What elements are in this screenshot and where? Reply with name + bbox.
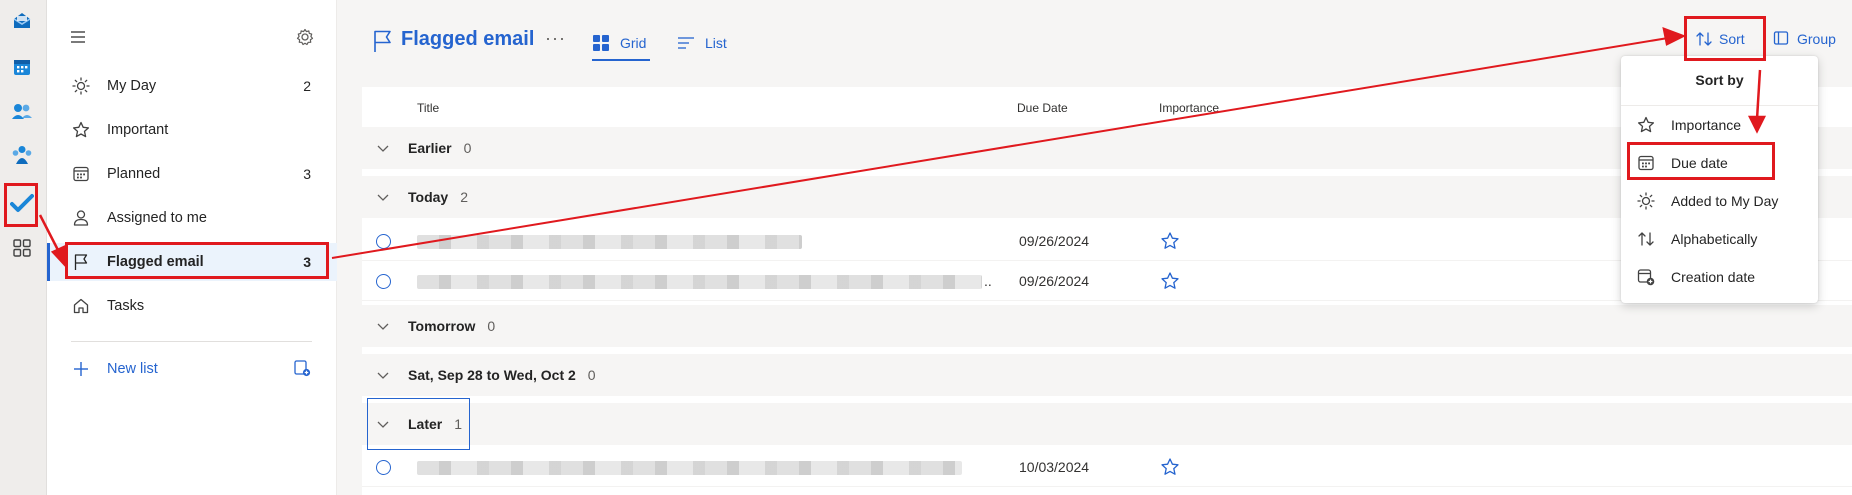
table-row[interactable]: 10/03/2024: [362, 447, 1852, 487]
sidebar-item-assigned-to-me[interactable]: Assigned to me: [47, 199, 337, 237]
sort-menu-title: Sort by: [1695, 72, 1744, 88]
new-list-button[interactable]: New list: [47, 350, 337, 388]
sidebar-item-planned[interactable]: Planned 3: [47, 155, 337, 193]
chevron-down-icon: [376, 190, 390, 204]
teams-icon[interactable]: [9, 142, 35, 168]
group-count: 0: [463, 140, 472, 156]
task-due-date: 09/26/2024: [1019, 273, 1090, 289]
sidebar-item-count: 3: [303, 166, 311, 182]
home-icon: [71, 296, 91, 316]
sidebar-item-label: Tasks: [107, 298, 145, 314]
sidebar-item-label: Planned: [107, 166, 161, 182]
complete-checkbox[interactable]: [376, 234, 391, 249]
group-header-sat-sep-28-to-wed-oct-2[interactable]: Sat, Sep 28 to Wed, Oct 2 0: [362, 354, 1852, 396]
nav-divider: [71, 341, 312, 342]
annotation-box-sort-button: [1684, 16, 1766, 61]
complete-checkbox[interactable]: [376, 460, 391, 475]
task-title-redacted[interactable]: [417, 461, 962, 475]
grid-view-icon: [592, 34, 610, 52]
group-count: 0: [587, 367, 596, 383]
app-rail: [0, 0, 47, 495]
group-button[interactable]: Group: [1773, 28, 1836, 50]
sidebar-item-label: Assigned to me: [107, 210, 207, 226]
apps-grid-icon[interactable]: [9, 235, 35, 261]
group-name: Tomorrow: [408, 318, 476, 334]
chevron-down-icon: [376, 141, 390, 155]
calendar-icon: [71, 164, 91, 184]
group-icon: [1773, 30, 1791, 48]
group-count: 0: [487, 318, 496, 334]
group-count: 2: [460, 189, 468, 205]
annotation-box-todo-app: [4, 183, 38, 227]
gear-icon[interactable]: [294, 26, 316, 48]
flag-icon: [371, 29, 393, 53]
sidebar-item-tasks[interactable]: Tasks: [47, 287, 337, 325]
more-options-button[interactable]: ···: [545, 28, 566, 49]
sort-option-creation-date[interactable]: Creation date: [1621, 258, 1818, 296]
sidebar-item-important[interactable]: Important: [47, 111, 337, 149]
star-icon[interactable]: [1160, 271, 1180, 291]
page-title[interactable]: Flagged email: [401, 28, 534, 51]
sort-option-importance[interactable]: Importance: [1621, 106, 1818, 144]
tab-grid-label: Grid: [620, 35, 647, 51]
task-title-redacted[interactable]: [417, 235, 802, 249]
sidebar-item-my-day[interactable]: My Day 2: [47, 67, 337, 105]
sidebar-item-label: Important: [107, 122, 169, 138]
chevron-down-icon: [376, 368, 390, 382]
people-icon[interactable]: [9, 99, 35, 125]
tab-list[interactable]: List: [677, 28, 727, 58]
sort-option-label: Added to My Day: [1671, 193, 1779, 209]
sort-option-alphabetically[interactable]: Alphabetically: [1621, 220, 1818, 258]
group-name: Today: [408, 189, 449, 205]
plus-icon: [71, 359, 91, 379]
group-header-later[interactable]: Later 1: [362, 403, 1852, 445]
tab-grid[interactable]: Grid: [592, 28, 651, 61]
column-header-importance[interactable]: Importance: [1159, 101, 1219, 115]
hamburger-menu-icon[interactable]: [67, 26, 89, 48]
sun-icon: [71, 76, 91, 96]
focus-outline: [367, 398, 470, 450]
star-icon: [71, 120, 91, 140]
sort-arrows-icon: [1637, 230, 1655, 248]
calendar-add-icon: [1637, 268, 1655, 286]
sidebar-item-label: My Day: [107, 78, 157, 94]
star-icon: [1637, 116, 1655, 134]
task-due-date: 10/03/2024: [1019, 459, 1090, 475]
task-title-ellipsis: ..: [984, 273, 992, 289]
group-name: Sat, Sep 28 to Wed, Oct 2: [408, 367, 576, 383]
group-header-tomorrow[interactable]: Tomorrow 0: [362, 305, 1852, 347]
annotation-box-flagged-email: [65, 242, 329, 279]
sort-option-added-to-my-day[interactable]: Added to My Day: [1621, 182, 1818, 220]
annotation-box-due-date: [1627, 142, 1775, 180]
complete-checkbox[interactable]: [376, 274, 391, 289]
tab-list-label: List: [705, 35, 727, 51]
group-label: Group: [1797, 31, 1836, 47]
sidebar-item-count: 2: [303, 78, 311, 94]
sort-option-label: Importance: [1671, 117, 1742, 133]
list-view-icon: [677, 34, 695, 52]
outlook-mail-icon[interactable]: [9, 8, 35, 34]
star-icon[interactable]: [1160, 231, 1180, 251]
new-list-label: New list: [107, 361, 158, 377]
task-due-date: 09/26/2024: [1019, 233, 1090, 249]
sun-icon: [1637, 192, 1655, 210]
task-title-redacted[interactable]: [417, 275, 982, 289]
chevron-down-icon: [376, 319, 390, 333]
column-header-due-date[interactable]: Due Date: [1017, 101, 1068, 115]
group-name: Earlier: [408, 140, 452, 156]
calendar-icon[interactable]: [9, 54, 35, 80]
star-icon[interactable]: [1160, 457, 1180, 477]
new-group-icon[interactable]: [293, 359, 311, 380]
column-header-title[interactable]: Title: [417, 101, 439, 115]
sort-option-label: Alphabetically: [1671, 231, 1758, 247]
sort-option-label: Creation date: [1671, 269, 1756, 285]
person-icon: [71, 208, 91, 228]
